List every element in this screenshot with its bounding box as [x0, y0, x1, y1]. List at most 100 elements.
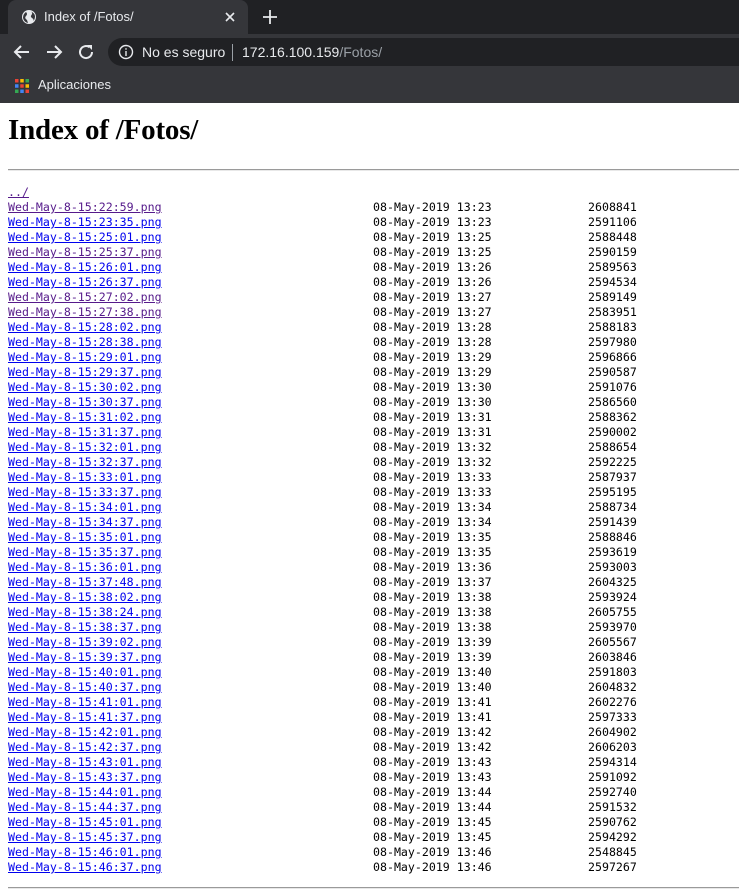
- file-link[interactable]: Wed-May-8-15:46:01.png: [8, 845, 162, 859]
- file-link[interactable]: Wed-May-8-15:44:37.png: [8, 800, 162, 814]
- file-row: Wed-May-8-15:30:37.png 08-May-2019 13:30 2…: [8, 395, 739, 410]
- file-link[interactable]: Wed-May-8-15:31:37.png: [8, 425, 162, 439]
- file-link[interactable]: Wed-May-8-15:30:02.png: [8, 380, 162, 394]
- file-row: Wed-May-8-15:34:37.png 08-May-2019 13:34 2…: [8, 515, 739, 530]
- file-link[interactable]: Wed-May-8-15:42:01.png: [8, 725, 162, 739]
- file-size: 2588734: [588, 500, 637, 514]
- file-link[interactable]: Wed-May-8-15:39:37.png: [8, 650, 162, 664]
- file-link[interactable]: Wed-May-8-15:32:37.png: [8, 455, 162, 469]
- parent-directory-link[interactable]: ../: [8, 185, 29, 199]
- file-link[interactable]: Wed-May-8-15:37:48.png: [8, 575, 162, 589]
- address-bar[interactable]: No es seguro 172.16.100.159/Fotos/: [108, 38, 739, 66]
- file-link[interactable]: Wed-May-8-15:28:02.png: [8, 320, 162, 334]
- file-link[interactable]: Wed-May-8-15:22:59.png: [8, 200, 162, 214]
- file-link[interactable]: Wed-May-8-15:25:01.png: [8, 230, 162, 244]
- forward-arrow-icon[interactable]: [44, 42, 64, 62]
- file-date: 08-May-2019 13:38: [373, 590, 492, 604]
- file-link[interactable]: Wed-May-8-15:40:37.png: [8, 680, 162, 694]
- file-row: Wed-May-8-15:31:37.png 08-May-2019 13:31 2…: [8, 425, 739, 440]
- back-arrow-icon[interactable]: [12, 42, 32, 62]
- page-title: Index of /Fotos/: [8, 114, 199, 146]
- directory-page: Index of /Fotos/ ../ Wed-May-8-15:22:59.…: [8, 103, 739, 889]
- file-row: Wed-May-8-15:25:01.png 08-May-2019 13:25 2…: [8, 230, 739, 245]
- reload-icon[interactable]: [76, 42, 96, 62]
- file-link[interactable]: Wed-May-8-15:36:01.png: [8, 560, 162, 574]
- file-link[interactable]: Wed-May-8-15:35:01.png: [8, 530, 162, 544]
- file-size: 2594292: [588, 830, 637, 844]
- file-row: Wed-May-8-15:26:01.png 08-May-2019 13:26 2…: [8, 260, 739, 275]
- file-date: 08-May-2019 13:44: [373, 800, 492, 814]
- file-size: 2590587: [588, 365, 637, 379]
- file-link[interactable]: Wed-May-8-15:38:37.png: [8, 620, 162, 634]
- file-size: 2593619: [588, 545, 637, 559]
- file-row: Wed-May-8-15:28:02.png 08-May-2019 13:28 2…: [8, 320, 739, 335]
- file-row: Wed-May-8-15:32:01.png 08-May-2019 13:32 2…: [8, 440, 739, 455]
- security-status[interactable]: No es seguro: [142, 44, 225, 60]
- file-row: Wed-May-8-15:33:37.png 08-May-2019 13:33 2…: [8, 485, 739, 500]
- file-date: 08-May-2019 13:31: [373, 410, 492, 424]
- file-link[interactable]: Wed-May-8-15:41:01.png: [8, 695, 162, 709]
- file-link[interactable]: Wed-May-8-15:43:37.png: [8, 770, 162, 784]
- file-date: 08-May-2019 13:32: [373, 440, 492, 454]
- file-link[interactable]: Wed-May-8-15:45:37.png: [8, 830, 162, 844]
- file-link[interactable]: Wed-May-8-15:27:38.png: [8, 305, 162, 319]
- file-size: 2596866: [588, 350, 637, 364]
- file-link[interactable]: Wed-May-8-15:23:35.png: [8, 215, 162, 229]
- file-link[interactable]: Wed-May-8-15:40:01.png: [8, 665, 162, 679]
- active-tab[interactable]: Index of /Fotos/: [8, 0, 248, 34]
- file-size: 2605567: [588, 635, 637, 649]
- bookmark-apps[interactable]: Aplicaciones: [38, 77, 111, 92]
- file-row: Wed-May-8-15:42:01.png 08-May-2019 13:42 2…: [8, 725, 739, 740]
- file-link[interactable]: Wed-May-8-15:34:01.png: [8, 500, 162, 514]
- file-link[interactable]: Wed-May-8-15:39:02.png: [8, 635, 162, 649]
- close-tab-icon[interactable]: [222, 9, 238, 25]
- file-size: 2592225: [588, 455, 637, 469]
- file-date: 08-May-2019 13:31: [373, 425, 492, 439]
- file-size: 2591532: [588, 800, 637, 814]
- file-date: 08-May-2019 13:45: [373, 815, 492, 829]
- file-link[interactable]: Wed-May-8-15:29:01.png: [8, 350, 162, 364]
- file-link[interactable]: Wed-May-8-15:33:37.png: [8, 485, 162, 499]
- file-size: 2604325: [588, 575, 637, 589]
- file-link[interactable]: Wed-May-8-15:26:37.png: [8, 275, 162, 289]
- file-link[interactable]: Wed-May-8-15:28:38.png: [8, 335, 162, 349]
- file-link[interactable]: Wed-May-8-15:27:02.png: [8, 290, 162, 304]
- file-link[interactable]: Wed-May-8-15:25:37.png: [8, 245, 162, 259]
- file-link[interactable]: Wed-May-8-15:38:02.png: [8, 590, 162, 604]
- file-row: Wed-May-8-15:38:02.png 08-May-2019 13:38 2…: [8, 590, 739, 605]
- file-date: 08-May-2019 13:40: [373, 665, 492, 679]
- file-size: 2590762: [588, 815, 637, 829]
- file-link[interactable]: Wed-May-8-15:46:37.png: [8, 860, 162, 874]
- file-row: Wed-May-8-15:45:37.png 08-May-2019 13:45 2…: [8, 830, 739, 845]
- new-tab-icon[interactable]: [261, 8, 279, 26]
- file-date: 08-May-2019 13:45: [373, 830, 492, 844]
- file-link[interactable]: Wed-May-8-15:43:01.png: [8, 755, 162, 769]
- file-link[interactable]: Wed-May-8-15:42:37.png: [8, 740, 162, 754]
- file-link[interactable]: Wed-May-8-15:41:37.png: [8, 710, 162, 724]
- file-link[interactable]: Wed-May-8-15:45:01.png: [8, 815, 162, 829]
- file-link[interactable]: Wed-May-8-15:35:37.png: [8, 545, 162, 559]
- top-divider: [8, 169, 739, 171]
- file-row: Wed-May-8-15:41:01.png 08-May-2019 13:41 2…: [8, 695, 739, 710]
- file-row: Wed-May-8-15:36:01.png 08-May-2019 13:36 2…: [8, 560, 739, 575]
- file-size: 2604832: [588, 680, 637, 694]
- file-link[interactable]: Wed-May-8-15:31:02.png: [8, 410, 162, 424]
- file-size: 2606203: [588, 740, 637, 754]
- file-link[interactable]: Wed-May-8-15:33:01.png: [8, 470, 162, 484]
- file-link[interactable]: Wed-May-8-15:38:24.png: [8, 605, 162, 619]
- file-link[interactable]: Wed-May-8-15:29:37.png: [8, 365, 162, 379]
- file-link[interactable]: Wed-May-8-15:32:01.png: [8, 440, 162, 454]
- url-text[interactable]: 172.16.100.159/Fotos/: [242, 44, 382, 60]
- file-date: 08-May-2019 13:25: [373, 230, 492, 244]
- file-link[interactable]: Wed-May-8-15:34:37.png: [8, 515, 162, 529]
- file-link[interactable]: Wed-May-8-15:26:01.png: [8, 260, 162, 274]
- tab-title: Index of /Fotos/: [44, 9, 134, 24]
- apps-grid-icon[interactable]: [15, 79, 29, 93]
- file-link[interactable]: Wed-May-8-15:44:01.png: [8, 785, 162, 799]
- file-link[interactable]: Wed-May-8-15:30:37.png: [8, 395, 162, 409]
- file-row: Wed-May-8-15:45:01.png 08-May-2019 13:45 2…: [8, 815, 739, 830]
- file-date: 08-May-2019 13:25: [373, 245, 492, 259]
- info-icon[interactable]: [118, 44, 134, 60]
- file-date: 08-May-2019 13:26: [373, 260, 492, 274]
- file-date: 08-May-2019 13:33: [373, 470, 492, 484]
